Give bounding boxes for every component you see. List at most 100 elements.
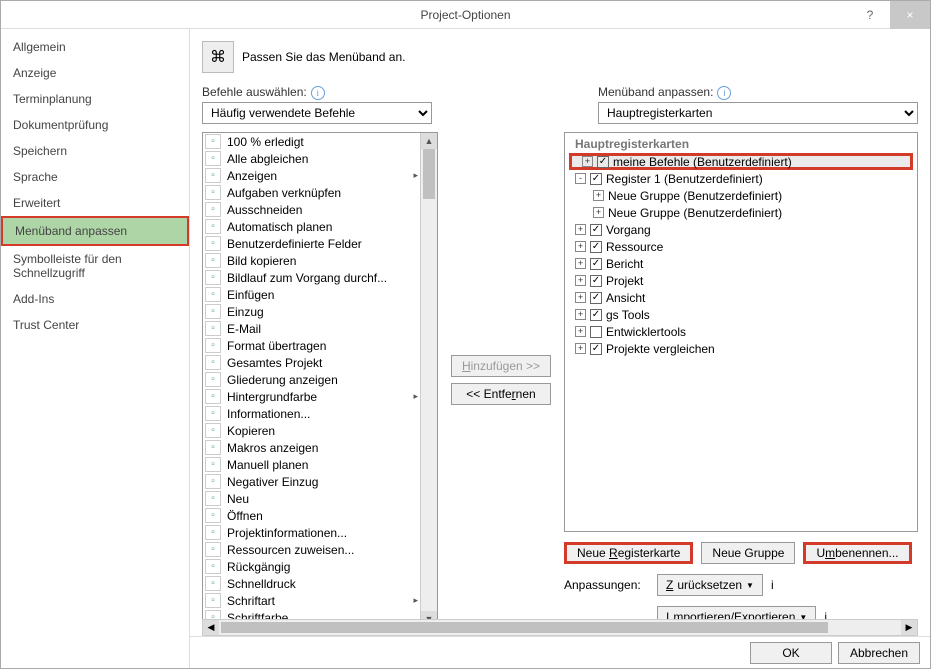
command-row[interactable]: ▫Format übertragen [203, 337, 420, 354]
checkbox[interactable]: ✓ [590, 309, 602, 321]
command-row[interactable]: ▫Schriftart▸ [203, 592, 420, 609]
tree-row[interactable]: -✓Register 1 (Benutzerdefiniert) [565, 170, 917, 187]
tree-row[interactable]: +✓Vorgang [565, 221, 917, 238]
expando-icon[interactable]: + [575, 343, 586, 354]
tree-label: Ressource [606, 240, 663, 254]
info-icon[interactable]: i [311, 86, 325, 100]
sidebar-item-6[interactable]: Erweitert [1, 190, 189, 216]
expando-icon[interactable]: + [575, 275, 586, 286]
command-row[interactable]: ▫Ressourcen zuweisen... [203, 541, 420, 558]
commands-from-combo[interactable]: Häufig verwendete Befehle [202, 102, 432, 124]
new-tab-button[interactable]: Neue Registerkarte [564, 542, 693, 564]
command-row[interactable]: ▫E-Mail [203, 320, 420, 337]
checkbox[interactable] [590, 326, 602, 338]
vertical-scrollbar[interactable]: ▲ ▼ [420, 133, 437, 627]
tree-row[interactable]: +✓gs Tools [565, 306, 917, 323]
tree-row[interactable]: + ✓ Ressource [565, 238, 917, 255]
expando-icon[interactable]: + [575, 292, 586, 303]
scrollbar-thumb[interactable] [423, 149, 435, 199]
scroll-up-icon[interactable]: ▲ [421, 133, 437, 149]
cancel-button[interactable]: Abbrechen [838, 642, 920, 664]
command-row[interactable]: ▫Einzug [203, 303, 420, 320]
info-icon[interactable]: i [771, 578, 774, 592]
help-icon[interactable]: ? [850, 1, 890, 29]
expando-icon[interactable]: + [575, 224, 586, 235]
command-row[interactable]: ▫Gliederung anzeigen [203, 371, 420, 388]
command-label: Makros anzeigen [227, 441, 418, 455]
checkbox[interactable]: ✓ [590, 241, 602, 253]
command-row[interactable]: ▫Hintergrundfarbe▸ [203, 388, 420, 405]
checkbox[interactable]: ✓ [597, 156, 609, 168]
horizontal-scrollbar[interactable]: ◀ ▶ [202, 619, 918, 636]
command-row[interactable]: ▫100 % erledigt [203, 133, 420, 150]
tree-row[interactable]: +Neue Gruppe (Benutzerdefiniert) [565, 187, 917, 204]
sidebar-item-5[interactable]: Sprache [1, 164, 189, 190]
command-row[interactable]: ▫Benutzerdefinierte Felder [203, 235, 420, 252]
command-row[interactable]: ▫Automatisch planen [203, 218, 420, 235]
command-row[interactable]: ▫Manuell planen [203, 456, 420, 473]
command-row[interactable]: ▫Anzeigen▸ [203, 167, 420, 184]
expando-icon[interactable]: + [575, 241, 586, 252]
expando-icon[interactable]: + [582, 156, 593, 167]
tree-row[interactable]: +✓Bericht [565, 255, 917, 272]
checkbox[interactable]: ✓ [590, 224, 602, 236]
sidebar-item-4[interactable]: Speichern [1, 138, 189, 164]
checkbox[interactable]: ✓ [590, 275, 602, 287]
command-row[interactable]: ▫Bildlauf zum Vorgang durchf... [203, 269, 420, 286]
tree-row[interactable]: +✓Projekte vergleichen [565, 340, 917, 357]
checkbox[interactable]: ✓ [590, 258, 602, 270]
tree-row[interactable]: +Neue Gruppe (Benutzerdefiniert) [565, 204, 917, 221]
tree-row[interactable]: + ✓ meine Befehle (Benutzerdefiniert) [569, 153, 913, 170]
ok-button[interactable]: OK [750, 642, 832, 664]
checkbox[interactable]: ✓ [590, 173, 602, 185]
expando-icon[interactable]: + [575, 326, 586, 337]
command-row[interactable]: ▫Schnelldruck [203, 575, 420, 592]
command-row[interactable]: ▫Ausschneiden [203, 201, 420, 218]
customize-ribbon-combo[interactable]: Hauptregisterkarten [598, 102, 918, 124]
sidebar-item-7[interactable]: Menüband anpassen [1, 216, 189, 246]
scroll-right-icon[interactable]: ▶ [901, 620, 917, 635]
command-row[interactable]: ▫Projektinformationen... [203, 524, 420, 541]
sidebar-item-2[interactable]: Terminplanung [1, 86, 189, 112]
tree-row[interactable]: +Entwicklertools [565, 323, 917, 340]
sidebar-item-1[interactable]: Anzeige [1, 60, 189, 86]
commands-listbox[interactable]: ▫100 % erledigt▫Alle abgleichen▫Anzeigen… [202, 132, 438, 628]
sidebar-item-3[interactable]: Dokumentprüfung [1, 112, 189, 138]
remove-button[interactable]: << Entfernen [451, 383, 551, 405]
expando-icon[interactable]: + [575, 309, 586, 320]
command-row[interactable]: ▫Makros anzeigen [203, 439, 420, 456]
command-row[interactable]: ▫Negativer Einzug [203, 473, 420, 490]
command-row[interactable]: ▫Aufgaben verknüpfen [203, 184, 420, 201]
command-row[interactable]: ▫Einfügen [203, 286, 420, 303]
ribbon-tree[interactable]: Hauptregisterkarten +✓meine Befehle (Ben… [564, 132, 918, 532]
sidebar-item-9[interactable]: Add-Ins [1, 286, 189, 312]
tree-row[interactable]: +✓Ansicht [565, 289, 917, 306]
tree-row[interactable]: +✓Projekt [565, 272, 917, 289]
new-group-button[interactable]: Neue Gruppe [701, 542, 795, 564]
expando-icon[interactable]: + [593, 207, 604, 218]
command-row[interactable]: ▫Alle abgleichen [203, 150, 420, 167]
sidebar-item-8[interactable]: Symbolleiste für den Schnellzugriff [1, 246, 189, 286]
tree-label: meine Befehle (Benutzerdefiniert) [613, 155, 792, 169]
expando-icon[interactable]: + [593, 190, 604, 201]
expando-icon[interactable]: - [575, 173, 586, 184]
info-icon[interactable]: i [717, 86, 731, 100]
checkbox[interactable]: ✓ [590, 292, 602, 304]
command-row[interactable]: ▫Rückgängig [203, 558, 420, 575]
sidebar-item-0[interactable]: Allgemein [1, 34, 189, 60]
command-row[interactable]: ▫Bild kopieren [203, 252, 420, 269]
close-icon[interactable]: × [890, 1, 930, 29]
scrollbar-thumb[interactable] [221, 622, 828, 633]
command-row[interactable]: ▫Neu [203, 490, 420, 507]
command-row[interactable]: ▫Öffnen [203, 507, 420, 524]
add-button[interactable]: Hinzufügen >> [451, 355, 551, 377]
scroll-left-icon[interactable]: ◀ [203, 620, 219, 635]
rename-button[interactable]: Umbenennen... [803, 542, 911, 564]
reset-dropdown[interactable]: Zurücksetzen ▼ [657, 574, 763, 596]
expando-icon[interactable]: + [575, 258, 586, 269]
sidebar-item-10[interactable]: Trust Center [1, 312, 189, 338]
checkbox[interactable]: ✓ [590, 343, 602, 355]
command-row[interactable]: ▫Gesamtes Projekt [203, 354, 420, 371]
command-row[interactable]: ▫Informationen... [203, 405, 420, 422]
command-row[interactable]: ▫Kopieren [203, 422, 420, 439]
